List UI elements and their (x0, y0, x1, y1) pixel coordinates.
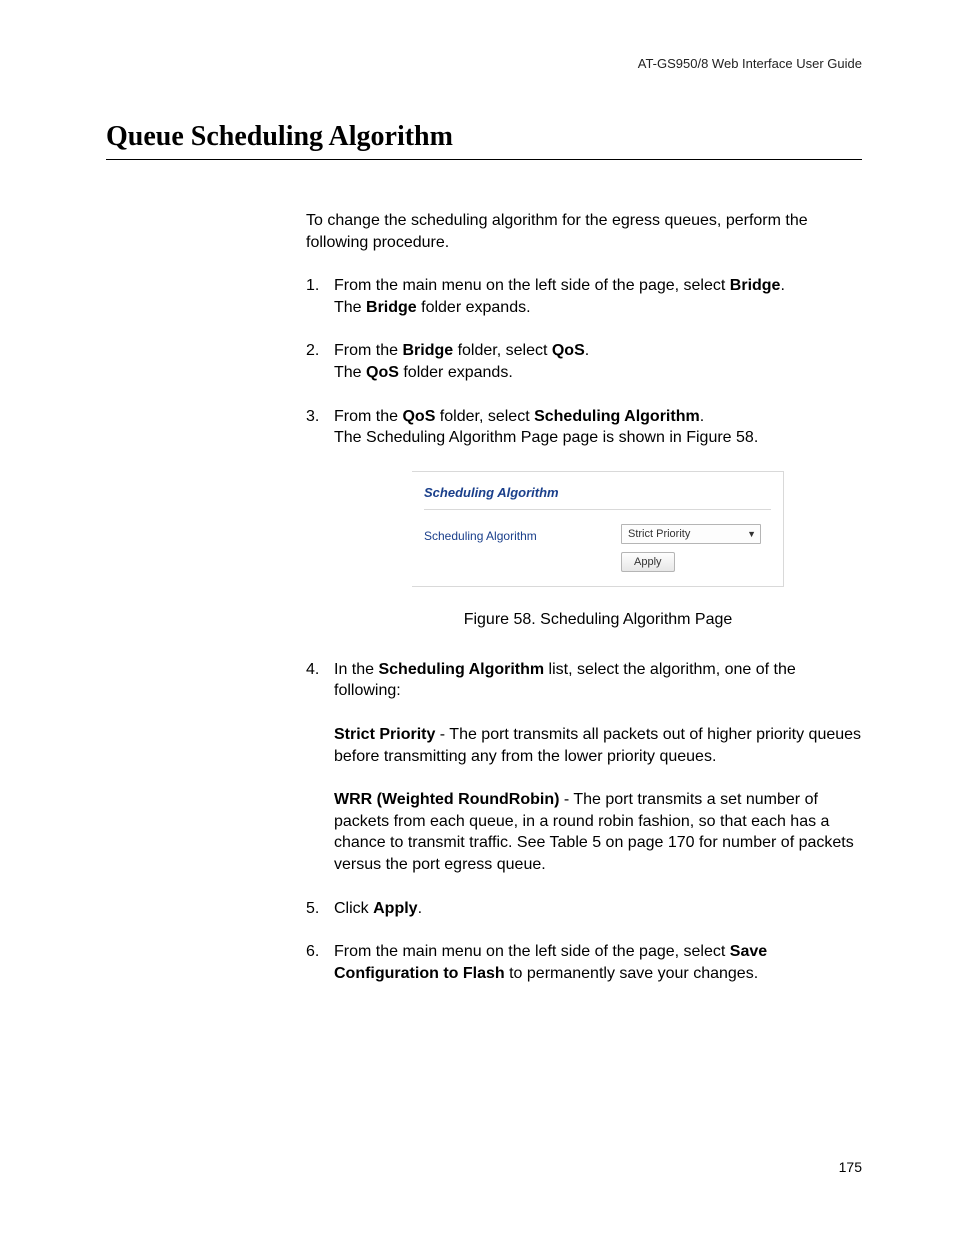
step-1-text-a: From the main menu on the left side of t… (334, 277, 730, 294)
step-2-bridge-bold: Bridge (402, 342, 453, 359)
section-title: Queue Scheduling Algorithm (106, 121, 862, 153)
intro-paragraph: To change the scheduling algorithm for t… (306, 210, 862, 253)
step-6-number: 6. (306, 941, 334, 984)
step-1-bridge-bold: Bridge (730, 277, 781, 294)
step-6: 6. From the main menu on the left side o… (306, 941, 862, 984)
chevron-down-icon: ▼ (747, 528, 756, 540)
figure-caption: Figure 58. Scheduling Algorithm Page (334, 609, 862, 631)
step-1-line2-bold: Bridge (366, 299, 417, 316)
step-2-text-a: From the (334, 342, 402, 359)
step-5-number: 5. (306, 898, 334, 920)
step-3-text-e: . (700, 408, 704, 425)
step-3-text-c: folder, select (435, 408, 534, 425)
step-4: 4. In the Scheduling Algorithm list, sel… (306, 659, 862, 702)
step-3: 3. From the QoS folder, select Schedulin… (306, 406, 862, 449)
step-2-text-e: . (585, 342, 589, 359)
scheduling-algorithm-panel: Scheduling Algorithm Scheduling Algorith… (412, 471, 784, 588)
step-4-number: 4. (306, 659, 334, 702)
step-4-sched-bold: Scheduling Algorithm (378, 661, 544, 678)
step-3-text-a: From the (334, 408, 402, 425)
scheduling-algorithm-label: Scheduling Algorithm (424, 524, 621, 544)
step-1-number: 1. (306, 275, 334, 318)
option-wrr-label: WRR (Weighted RoundRobin) (334, 791, 559, 808)
step-3-number: 3. (306, 406, 334, 449)
option-wrr: WRR (Weighted RoundRobin) - The port tra… (334, 789, 862, 875)
step-5-apply-bold: Apply (373, 900, 417, 917)
figure-58: Scheduling Algorithm Scheduling Algorith… (334, 471, 862, 631)
body-content: To change the scheduling algorithm for t… (306, 210, 862, 984)
step-5: 5. Click Apply. (306, 898, 862, 920)
step-3-qos-bold: QoS (402, 408, 435, 425)
scheduling-algorithm-selected-value: Strict Priority (628, 527, 690, 542)
step-3-line2: The Scheduling Algorithm Page page is sh… (334, 427, 862, 449)
option-strict-priority-label: Strict Priority (334, 726, 435, 743)
algorithm-options: Strict Priority - The port transmits all… (334, 724, 862, 876)
header-guide-title: AT-GS950/8 Web Interface User Guide (106, 56, 862, 71)
step-2: 2. From the Bridge folder, select QoS. T… (306, 340, 862, 383)
step-6-text-a: From the main menu on the left side of t… (334, 943, 730, 960)
step-6-text-c: to permanently save your changes. (505, 965, 758, 982)
step-2-qos-bold: QoS (552, 342, 585, 359)
step-2-text-c: folder, select (453, 342, 552, 359)
page-number: 175 (839, 1159, 862, 1175)
scheduling-algorithm-select[interactable]: Strict Priority ▼ (621, 524, 761, 544)
step-1-line2-c: folder expands. (417, 299, 531, 316)
step-1: 1. From the main menu on the left side o… (306, 275, 862, 318)
step-2-line2-bold: QoS (366, 364, 399, 381)
step-3-sched-bold: Scheduling Algorithm (534, 408, 700, 425)
step-1-line2-a: The (334, 299, 366, 316)
step-2-line2-a: The (334, 364, 366, 381)
section-title-block: Queue Scheduling Algorithm (106, 121, 862, 160)
step-5-text-a: Click (334, 900, 373, 917)
step-1-text-c: . (780, 277, 784, 294)
step-2-number: 2. (306, 340, 334, 383)
step-5-text-c: . (418, 900, 422, 917)
panel-title: Scheduling Algorithm (424, 480, 771, 511)
option-strict-priority: Strict Priority - The port transmits all… (334, 724, 862, 767)
apply-button[interactable]: Apply (621, 552, 675, 572)
step-2-line2-c: folder expands. (399, 364, 513, 381)
step-4-text-a: In the (334, 661, 378, 678)
